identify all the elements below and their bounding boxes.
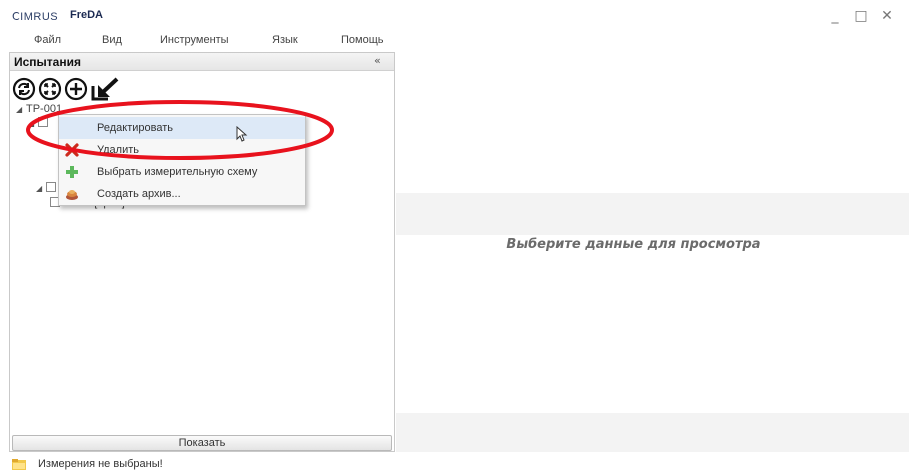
- import-icon[interactable]: [90, 77, 120, 101]
- panel-toolbar: [10, 73, 160, 101]
- expand-all-icon[interactable]: [38, 77, 62, 101]
- delete-icon: [65, 143, 79, 157]
- tree-node-child1[interactable]: ◢: [28, 117, 51, 131]
- context-menu: Редактировать Удалить Выбрать измеритель…: [58, 114, 306, 206]
- expand-triangle-icon[interactable]: ◢: [36, 184, 46, 193]
- menu-bar: Файл Вид Инструменты Язык Помощь: [0, 32, 395, 50]
- panel-title: Испытания: [14, 55, 81, 69]
- empty-view-message: Выберите данные для просмотра: [506, 237, 761, 252]
- checkbox[interactable]: [38, 117, 48, 127]
- app-name: FreDA: [70, 9, 104, 21]
- menu-tools[interactable]: Инструменты: [160, 34, 229, 46]
- checkbox[interactable]: [46, 182, 56, 192]
- tree-node-root[interactable]: ◢ TP-001: [16, 103, 62, 117]
- refresh-icon[interactable]: [12, 77, 36, 101]
- menu-language[interactable]: Язык: [272, 34, 298, 46]
- close-button[interactable]: ✕: [878, 8, 896, 24]
- status-bar: Измерения не выбраны!: [0, 455, 909, 475]
- menu-item-label: Редактировать: [97, 122, 173, 134]
- expand-triangle-icon[interactable]: ◢: [16, 105, 26, 114]
- show-button[interactable]: Показать: [12, 435, 392, 451]
- content-band-top: [396, 193, 909, 235]
- archive-icon: [66, 190, 78, 200]
- menu-help[interactable]: Помощь: [341, 34, 384, 46]
- tests-panel: Испытания « ◢ TP-001 ◢ ◢ Показать: [9, 52, 395, 452]
- menu-item-delete[interactable]: Удалить: [59, 139, 305, 161]
- collapse-panel-button[interactable]: «: [374, 54, 381, 67]
- menu-view[interactable]: Вид: [102, 34, 122, 46]
- menu-item-edit[interactable]: Редактировать: [59, 117, 305, 139]
- expand-triangle-icon[interactable]: ◢: [28, 119, 38, 128]
- maximize-button[interactable]: □: [852, 8, 870, 24]
- add-icon[interactable]: [64, 77, 88, 101]
- add-scheme-icon: [66, 166, 78, 178]
- app-logo: ⅭIMRUS: [12, 11, 59, 23]
- tree-node-label: TP-001: [26, 103, 63, 115]
- panel-header: Испытания «: [10, 53, 394, 71]
- menu-item-select-scheme[interactable]: Выбрать измерительную схему: [59, 161, 305, 183]
- menu-item-label: Создать архив...: [97, 188, 181, 200]
- folder-icon: [12, 459, 26, 470]
- menu-file[interactable]: Файл: [34, 34, 61, 46]
- content-band-bottom: [396, 413, 909, 452]
- status-text: Измерения не выбраны!: [38, 458, 163, 470]
- minimize-button[interactable]: _: [826, 8, 844, 24]
- menu-item-label: Удалить: [97, 144, 139, 156]
- tree-node-child2[interactable]: ◢: [36, 182, 59, 196]
- title-bar: ⅭIMRUS FreDA _ □ ✕: [0, 0, 909, 32]
- app-window: ⅭIMRUS FreDA _ □ ✕ Файл Вид Инструменты …: [0, 0, 909, 475]
- menu-item-label: Выбрать измерительную схему: [97, 166, 258, 178]
- mouse-cursor-icon: [236, 126, 248, 142]
- menu-item-create-archive[interactable]: Создать архив...: [59, 183, 305, 205]
